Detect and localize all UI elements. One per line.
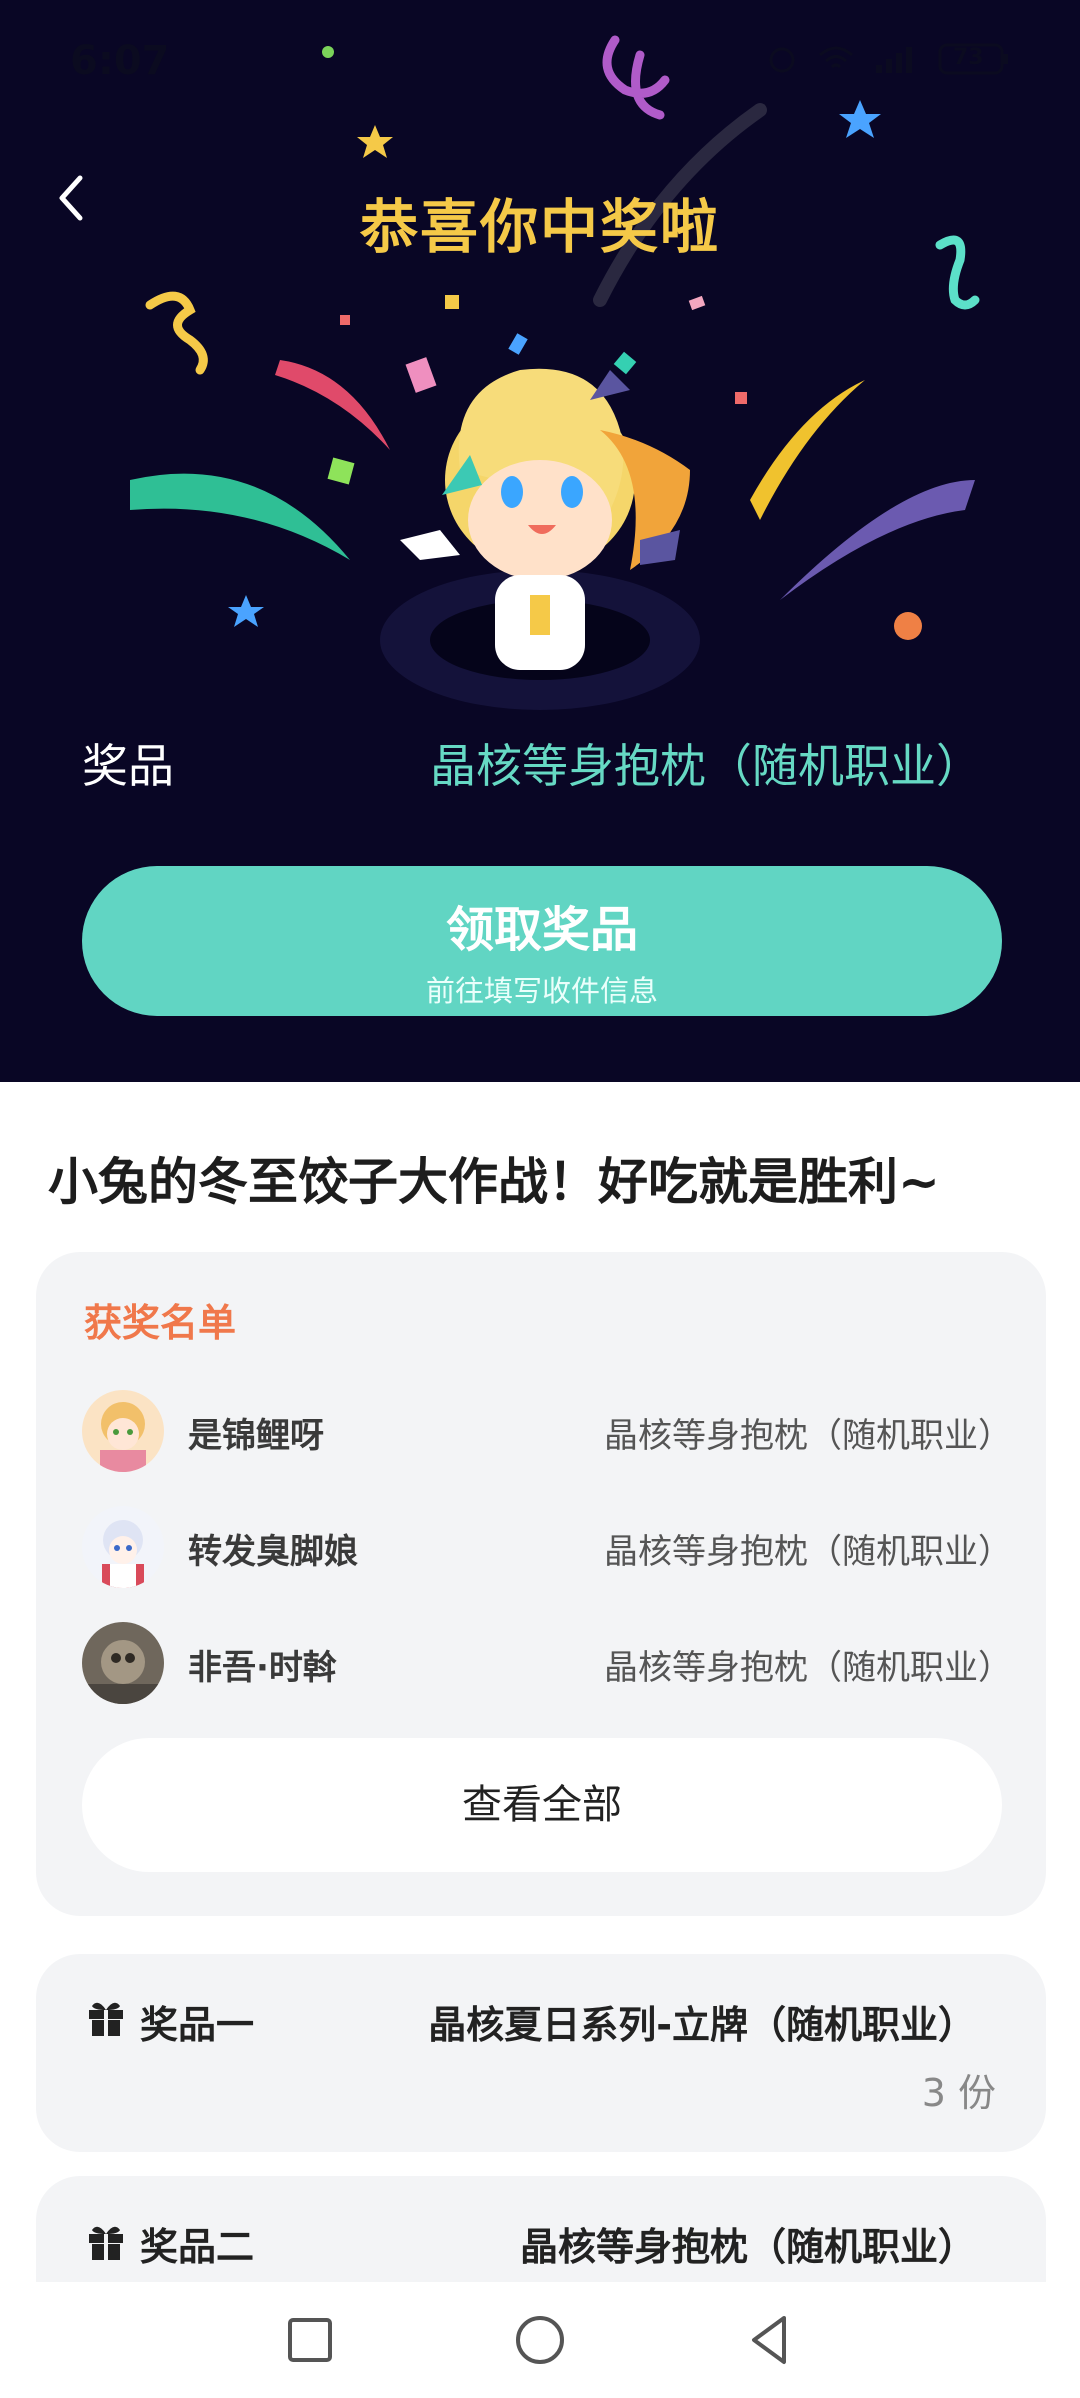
gift-icon [89, 2226, 123, 2260]
winner-name: 转发臭脚娘 [188, 1532, 358, 1572]
prize-hero: 6:07 73 恭喜你中奖啦 奖品 晶核等身抱枕（随机职业） 领取奖品 前往填写… [0, 0, 1080, 1082]
prize-label: 奖品 [82, 739, 174, 793]
avatar [82, 1390, 164, 1472]
hero-title: 恭喜你中奖啦 [359, 193, 720, 261]
status-bar: 6:07 73 [0, 0, 1080, 120]
winner-prize: 晶核等身抱枕（随机职业） [604, 1416, 1012, 1456]
alarm-icon [766, 43, 798, 79]
view-all-button[interactable]: 查看全部 [82, 1738, 1002, 1872]
gift-icon [89, 2002, 123, 2036]
winners-card: 获奖名单 是锦鲤呀 晶核等身抱枕（随机职业） 转发臭脚娘 晶核等身抱枕（随机职业… [36, 1252, 1046, 1916]
winner-name: 非吾·时斡 [188, 1648, 337, 1688]
prize-card-value: 晶核夏日系列-立牌（随机职业） [428, 2003, 976, 2047]
signal-icon [874, 43, 920, 79]
battery-level: 73 [953, 45, 984, 70]
prize-card-label: 奖品一 [140, 2003, 255, 2047]
square-icon [288, 2318, 332, 2362]
prize-card-value: 晶核等身抱枕（随机职业） [519, 2225, 976, 2269]
prize-card-one: 奖品一 晶核夏日系列-立牌（随机职业） 3 份 [36, 1954, 1046, 2152]
claim-prize-button[interactable]: 领取奖品 前往填写收件信息 [82, 866, 1002, 1016]
winner-row: 转发臭脚娘 晶核等身抱枕（随机职业） [82, 1506, 1012, 1596]
recent-apps-button[interactable] [280, 2310, 340, 2370]
status-time: 6:07 [70, 38, 170, 84]
status-icons: 73 [766, 42, 1010, 80]
avatar [82, 1622, 164, 1704]
avatar [82, 1506, 164, 1588]
winners-title: 获奖名单 [84, 1301, 237, 1345]
winner-prize: 晶核等身抱枕（随机职业） [604, 1648, 1012, 1688]
back-nav-button[interactable] [740, 2310, 800, 2370]
event-title: 小兔的冬至饺子大作战！好吃就是胜利~ [48, 1153, 940, 1211]
prize-value: 晶核等身抱枕（随机职业） [430, 739, 982, 793]
wifi-icon [816, 43, 856, 79]
winner-prize: 晶核等身抱枕（随机职业） [604, 1532, 1012, 1572]
circle-icon [516, 2316, 564, 2364]
winner-row: 是锦鲤呀 晶核等身抱枕（随机职业） [82, 1390, 1012, 1480]
claim-button-subtitle: 前往填写收件信息 [425, 974, 658, 1008]
prize-card-label: 奖品二 [140, 2225, 255, 2269]
triangle-back-icon [752, 2316, 786, 2364]
battery-icon: 73 [938, 42, 1010, 80]
winner-row: 非吾·时斡 晶核等身抱枕（随机职业） [82, 1622, 1012, 1712]
prize-card-count: 3 份 [921, 2071, 996, 2115]
claim-button-label: 领取奖品 [445, 902, 638, 958]
won-prize-row: 奖品 晶核等身抱枕（随机职业） [82, 730, 982, 800]
system-nav-bar [0, 2282, 1080, 2398]
home-button[interactable] [510, 2310, 570, 2370]
winner-name: 是锦鲤呀 [188, 1416, 324, 1456]
